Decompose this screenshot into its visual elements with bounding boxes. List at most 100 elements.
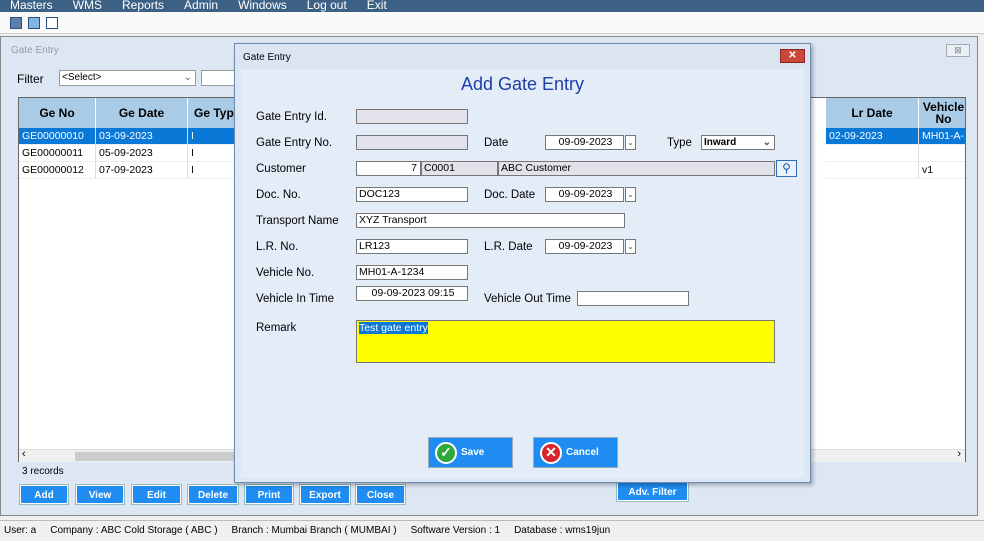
remark-textarea[interactable]: Test gate entry — [356, 320, 775, 363]
customer-label: Customer — [256, 163, 306, 175]
cancel-button[interactable]: ✕ Cancel — [533, 437, 618, 468]
dialog-titlebar — [235, 44, 810, 69]
save-label: Save — [461, 447, 485, 458]
dialog-body — [241, 69, 804, 478]
cell-ge-no: GE00000011 — [19, 145, 96, 162]
cancel-icon: ✕ — [540, 441, 562, 464]
view-button[interactable]: View — [75, 484, 125, 505]
adv-filter-button[interactable]: Adv. Filter — [616, 481, 689, 502]
vehicle-no-field[interactable]: MH01-A-1234 — [356, 265, 468, 280]
add-gate-entry-dialog: Gate Entry ✕ Add Gate Entry Gate Entry I… — [234, 43, 811, 483]
edit-button[interactable]: Edit — [131, 484, 182, 505]
lr-date-picker-icon[interactable]: ⌄ — [625, 239, 636, 254]
vehicle-out-time-label: Vehicle Out Time — [484, 293, 571, 305]
menu-bar: Masters WMS Reports Admin Windows Log ou… — [0, 0, 984, 12]
filter-input[interactable] — [201, 70, 237, 86]
close-button[interactable]: Close — [355, 484, 406, 505]
cell-vehicle: MH01-A-1234 — [919, 128, 965, 145]
customer-name-field[interactable]: ABC Customer — [498, 161, 775, 176]
transport-name-field[interactable]: XYZ Transport — [356, 213, 625, 228]
export-button[interactable]: Export — [299, 484, 351, 505]
dialog-close-button[interactable]: ✕ — [780, 49, 805, 63]
vehicle-no-label: Vehicle No. — [256, 267, 315, 279]
status-user: User: a — [4, 525, 37, 536]
col-vehicle-no[interactable]: Vehicle No — [919, 98, 965, 128]
lr-date-label: L.R. Date — [484, 241, 533, 253]
status-company: Company : ABC Cold Storage ( ABC ) — [50, 525, 218, 536]
menu-admin[interactable]: Admin — [174, 0, 228, 12]
scroll-thumb[interactable] — [75, 452, 235, 461]
menu-masters[interactable]: Masters — [0, 0, 63, 12]
cell-ge-no: GE00000012 — [19, 162, 96, 179]
cell-vehicle — [919, 145, 965, 162]
menu-wms[interactable]: WMS — [63, 0, 112, 12]
search-customer-button[interactable]: ⚲ — [776, 160, 797, 177]
vehicle-out-time-field[interactable] — [577, 291, 689, 306]
date-picker-icon[interactable]: ⌄ — [625, 135, 636, 150]
vehicle-in-time-field[interactable]: 09-09-2023 09:15 — [356, 286, 468, 301]
type-value: Inward — [704, 137, 737, 148]
remark-text: Test gate entry — [359, 322, 428, 334]
checkmark-icon: ✓ — [435, 441, 457, 464]
cell-lr-date — [826, 162, 919, 179]
date-label: Date — [484, 137, 509, 149]
edit-icon[interactable] — [10, 17, 22, 29]
filter-label: Filter — [17, 72, 44, 86]
cancel-label: Cancel — [566, 447, 599, 458]
col-lr-date[interactable]: Lr Date — [826, 98, 919, 128]
gate-entry-no-label: Gate Entry No. — [256, 137, 333, 149]
menu-reports[interactable]: Reports — [112, 0, 174, 12]
cell-ge-date: 03-09-2023 — [96, 128, 188, 145]
doc-date-picker-icon[interactable]: ⌄ — [625, 187, 636, 202]
filter-value: <Select> — [62, 72, 102, 83]
record-count: 3 records — [22, 466, 64, 477]
doc-no-field[interactable]: DOC123 — [356, 187, 468, 202]
dialog-title: Gate Entry — [243, 52, 291, 63]
add-button[interactable]: Add — [19, 484, 69, 505]
gate-entry-id-field[interactable] — [356, 109, 468, 124]
save-button[interactable]: ✓ Save — [428, 437, 513, 468]
window-title: Gate Entry — [11, 45, 59, 56]
type-select[interactable]: Inward ⌄ — [701, 135, 775, 150]
customer-id-field[interactable]: 7 — [356, 161, 421, 176]
cell-ge-date: 07-09-2023 — [96, 162, 188, 179]
status-database: Database : wms19jun — [514, 525, 611, 536]
doc-no-label: Doc. No. — [256, 189, 301, 201]
cell-vehicle: v1 — [919, 162, 965, 179]
menu-exit[interactable]: Exit — [357, 0, 397, 12]
search-icon: ⚲ — [782, 161, 791, 175]
lr-date-field[interactable]: 09-09-2023 — [545, 239, 624, 254]
list-icon[interactable] — [28, 17, 40, 29]
doc-date-label: Doc. Date — [484, 189, 536, 201]
chevron-down-icon: ⌄ — [183, 72, 192, 83]
vehicle-in-time-label: Vehicle In Time — [256, 293, 334, 305]
lr-no-label: L.R. No. — [256, 241, 299, 253]
status-bar: User: a Company : ABC Cold Storage ( ABC… — [0, 520, 984, 540]
close-window-button[interactable]: ⊠ — [946, 44, 970, 57]
col-ge-date[interactable]: Ge Date — [96, 98, 188, 128]
date-field[interactable]: 09-09-2023 — [545, 135, 624, 150]
filter-select[interactable]: <Select> ⌄ — [59, 70, 196, 86]
cell-ge-date: 05-09-2023 — [96, 145, 188, 162]
status-version: Software Version : 1 — [410, 525, 501, 536]
gate-entry-no-field[interactable] — [356, 135, 468, 150]
transport-name-label: Transport Name — [256, 215, 339, 227]
scroll-right-icon[interactable]: › — [957, 448, 961, 460]
cell-lr-date: 02-09-2023 — [826, 128, 919, 145]
gate-entry-id-label: Gate Entry Id. — [256, 111, 327, 123]
menu-windows[interactable]: Windows — [228, 0, 297, 12]
doc-date-field[interactable]: 09-09-2023 — [545, 187, 624, 202]
delete-button[interactable]: Delete — [187, 484, 239, 505]
scroll-left-icon[interactable]: ‹ — [22, 448, 26, 460]
col-ge-no[interactable]: Ge No — [19, 98, 96, 128]
cell-lr-date — [826, 145, 919, 162]
customer-code-field[interactable]: C0001 — [421, 161, 498, 176]
type-label: Type — [667, 137, 692, 149]
print-button[interactable]: Print — [244, 484, 294, 505]
menu-logout[interactable]: Log out — [297, 0, 357, 12]
chevron-down-icon: ⌄ — [762, 137, 771, 148]
remark-label: Remark — [256, 322, 297, 334]
dialog-heading: Add Gate Entry — [460, 74, 585, 94]
form-icon[interactable] — [46, 17, 58, 29]
lr-no-field[interactable]: LR123 — [356, 239, 468, 254]
